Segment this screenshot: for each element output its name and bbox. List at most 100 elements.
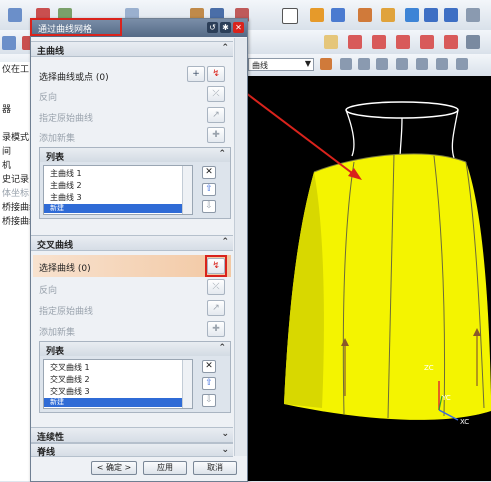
snap-perp-icon[interactable] [456,58,468,70]
select-cross-curve-label: 选择曲线 (0) [39,264,91,274]
primary-curves-header[interactable]: 主曲线 ⌃ [31,41,233,57]
nav-item[interactable]: 间 [2,144,11,157]
snap-point-icon[interactable] [320,58,332,70]
snap-quad-icon[interactable] [396,58,408,70]
axis-yc-label: YC [442,394,451,402]
reverse-direction-icon[interactable]: ⤫ [207,279,225,295]
curve-tool-4-icon[interactable] [396,35,410,49]
select-curve-icon[interactable]: ↯ [207,66,225,82]
columns-icon[interactable] [424,8,438,22]
snap-center-icon[interactable] [376,58,388,70]
collapse-icon[interactable]: ⌃ [218,343,226,353]
collapse-icon[interactable]: ⌃ [218,149,226,159]
snap-end-icon[interactable] [340,58,352,70]
mesh-surface-dialog: 通过曲线网格 ↺ ✱ ✕ 主曲线 ⌃ 选择曲线或点 (0) + ↯ 反向 ⤫ 指… [30,18,248,482]
shield-icon[interactable] [331,8,345,22]
curve-tool-1-icon[interactable] [324,35,338,49]
add-new-set-icon[interactable]: ✚ [207,321,225,337]
primary-curve-list[interactable]: 主曲线 1 主曲线 2 主曲线 3 新建 [43,165,193,215]
curve-filter-select[interactable]: 曲线 ▼ [248,58,314,71]
move-up-icon[interactable]: ⇧ [202,377,216,390]
list-item-new[interactable]: 新建 [44,398,182,407]
nav-item[interactable]: 史记录 [2,172,29,185]
expand-icon[interactable]: ⌄ [221,445,229,455]
ok-button[interactable]: < 确定 > [91,461,137,475]
surface-model [244,90,491,421]
collapse-icon[interactable]: ⌃ [221,43,229,53]
primary-list-panel: 列表 ⌃ 主曲线 1 主曲线 2 主曲线 3 新建 ✕ ⇧ ⇩ [39,147,231,219]
expand-icon[interactable]: ⌄ [221,429,229,439]
layers-icon[interactable] [358,8,372,22]
cube-icon[interactable] [310,8,324,22]
nav-item[interactable]: 仪在工 [2,62,29,75]
cross-curves-title: 交叉曲线 [37,241,74,251]
reverse-label: 反向 [39,93,58,103]
select-curve-or-point-label: 选择曲线或点 (0) [39,73,109,83]
curve-tool-5-icon[interactable] [420,35,434,49]
dialog-scrollbar[interactable] [234,38,247,456]
close-icon[interactable]: ✕ [233,22,244,33]
cross-curve-list[interactable]: 交叉曲线 1 交叉曲线 2 交叉曲线 3 新建 [43,359,193,409]
spine-title: 脊线 [37,448,56,458]
curve-tool-7-icon[interactable] [466,35,480,49]
add-new-set-icon[interactable]: ✚ [207,127,225,143]
curve-filter-value: 曲线 [252,61,268,70]
cross-list-header[interactable]: 列表 ⌃ [40,342,230,357]
reverse-direction-icon[interactable]: ⤫ [207,86,225,102]
collapse-icon[interactable]: ⌃ [221,237,229,247]
snap-int-icon[interactable] [416,58,428,70]
snap-tan-icon[interactable] [436,58,448,70]
rectangle-icon[interactable] [282,8,298,24]
curve-tool-2-icon[interactable] [348,35,362,49]
move-up-icon[interactable]: ⇧ [202,183,216,196]
wrench-icon[interactable] [381,8,395,22]
list-item[interactable]: 主曲线 3 [50,192,82,203]
nav-item[interactable]: 录模式 [2,130,29,143]
remove-icon[interactable]: ✕ [202,360,216,373]
arrow-icon[interactable] [405,8,419,22]
curve-tool-6-icon[interactable] [444,35,458,49]
list-item[interactable]: 主曲线 2 [50,180,82,191]
primary-curves-title: 主曲线 [37,47,65,57]
apply-button[interactable]: 应用 [143,461,187,475]
specify-origin-icon[interactable]: ↗ [207,300,225,316]
list-scrollbar[interactable] [182,360,192,408]
list-item[interactable]: 交叉曲线 2 [50,374,90,385]
move-down-icon[interactable]: ⇩ [202,394,216,407]
graphics-viewport[interactable]: ZC YC XC [244,76,491,481]
remove-icon[interactable]: ✕ [202,166,216,179]
snap-mid-icon[interactable] [358,58,370,70]
point-dialog-icon[interactable]: + [187,66,205,82]
curve-tool-3-icon[interactable] [372,35,386,49]
nav-item[interactable]: 体坐标 [2,186,29,199]
title-highlight-box [30,18,122,36]
gear-icon[interactable] [466,8,480,22]
snap-tool-icon[interactable] [2,36,16,50]
cross-curves-header[interactable]: 交叉曲线 ⌃ [31,235,233,251]
settings-icon[interactable]: ✱ [220,22,231,33]
list-item[interactable]: 交叉曲线 1 [50,362,90,373]
bars-icon[interactable] [444,8,458,22]
list-item[interactable]: 交叉曲线 3 [50,386,90,397]
list-item[interactable]: 主曲线 1 [50,168,82,179]
specify-origin-label: 指定原始曲线 [39,114,94,124]
spine-header[interactable]: 脊线 ⌄ [31,443,233,458]
primary-list-header[interactable]: 列表 ⌃ [40,148,230,163]
cancel-button[interactable]: 取消 [193,461,237,475]
list-item-new[interactable]: 新建 [44,204,182,213]
continuity-header[interactable]: 连续性 ⌄ [31,427,233,443]
axis-xc-label: XC [460,418,470,426]
continuity-title: 连续性 [37,433,65,443]
reverse-label: 反向 [39,286,58,296]
specify-origin-icon[interactable]: ↗ [207,107,225,123]
reset-icon[interactable]: ↺ [207,22,218,33]
primary-list-title: 列表 [46,153,65,163]
move-down-icon[interactable]: ⇩ [202,200,216,213]
list-scrollbar[interactable] [182,166,192,214]
selection-highlight-box [205,255,227,277]
cross-list-title: 列表 [46,347,65,357]
grid-icon[interactable] [8,8,22,22]
cross-list-panel: 列表 ⌃ 交叉曲线 1 交叉曲线 2 交叉曲线 3 新建 ✕ ⇧ ⇩ [39,341,231,413]
nav-item[interactable]: 机 [2,158,11,171]
nav-item[interactable]: 器 [2,102,11,115]
